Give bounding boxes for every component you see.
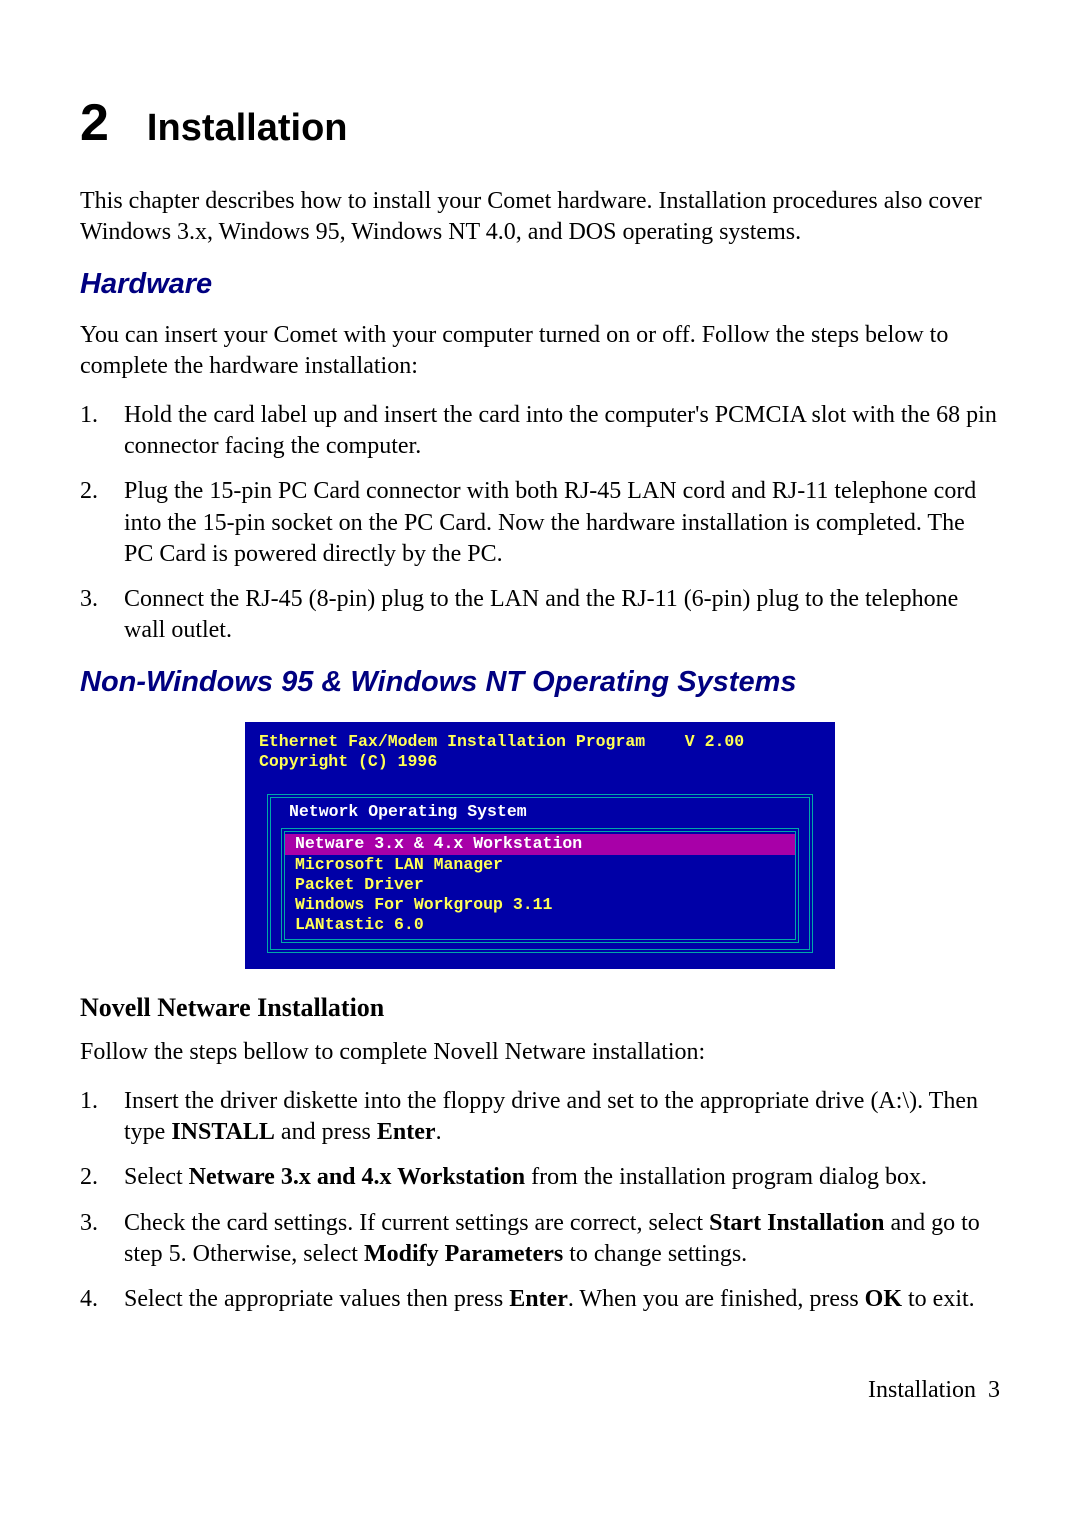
terminal-option[interactable]: Windows For Workgroup 3.11: [285, 895, 795, 915]
terminal-panel: Network Operating System Netware 3.x & 4…: [267, 794, 813, 953]
terminal-screenshot: Ethernet Fax/Modem Installation Program …: [80, 722, 1000, 969]
step-text: Insert the driver diskette into the flop…: [124, 1086, 1000, 1148]
list-item: Insert the driver diskette into the flop…: [80, 1086, 1000, 1148]
chapter-title: Installation: [147, 104, 348, 153]
terminal-option[interactable]: Packet Driver: [285, 875, 795, 895]
list-item: Select the appropriate values then press…: [80, 1284, 1000, 1315]
list-item: Hold the card label up and insert the ca…: [80, 400, 1000, 462]
step-text: Select Netware 3.x and 4.x Workstation f…: [124, 1162, 1000, 1193]
dos-terminal: Ethernet Fax/Modem Installation Program …: [245, 722, 835, 969]
hardware-steps: Hold the card label up and insert the ca…: [80, 400, 1000, 646]
novell-heading: Novell Netware Installation: [80, 991, 1000, 1025]
step-text: Check the card settings. If current sett…: [124, 1208, 1000, 1270]
page-footer: Installation 3: [80, 1375, 1000, 1406]
intro-paragraph: This chapter describes how to install yo…: [80, 186, 1000, 248]
list-item: Plug the 15-pin PC Card connector with b…: [80, 476, 1000, 570]
terminal-option[interactable]: Microsoft LAN Manager: [285, 855, 795, 875]
list-item: Connect the RJ-45 (8-pin) plug to the LA…: [80, 584, 1000, 646]
nonwin-heading: Non-Windows 95 & Windows NT Operating Sy…: [80, 664, 1000, 702]
step-text: Connect the RJ-45 (8-pin) plug to the LA…: [124, 584, 1000, 646]
terminal-option-selected[interactable]: Netware 3.x & 4.x Workstation: [285, 834, 795, 854]
step-text: Hold the card label up and insert the ca…: [124, 400, 1000, 462]
chapter-heading: 2 Installation: [80, 90, 1000, 158]
terminal-title-line2: Copyright (C) 1996: [259, 752, 437, 771]
list-item: Check the card settings. If current sett…: [80, 1208, 1000, 1270]
terminal-title-line1: Ethernet Fax/Modem Installation Program …: [259, 732, 744, 751]
terminal-panel-title: Network Operating System: [271, 798, 809, 828]
list-item: Select Netware 3.x and 4.x Workstation f…: [80, 1162, 1000, 1193]
terminal-option-list: Netware 3.x & 4.x Workstation Microsoft …: [281, 828, 799, 943]
footer-label: Installation: [868, 1377, 976, 1403]
terminal-header: Ethernet Fax/Modem Installation Program …: [245, 722, 835, 780]
hardware-intro: You can insert your Comet with your comp…: [80, 320, 1000, 382]
novell-steps: Insert the driver diskette into the flop…: [80, 1086, 1000, 1315]
page-number: 3: [988, 1377, 1000, 1403]
chapter-number: 2: [80, 90, 109, 158]
novell-intro: Follow the steps bellow to complete Nove…: [80, 1037, 1000, 1068]
step-text: Plug the 15-pin PC Card connector with b…: [124, 476, 1000, 570]
terminal-option[interactable]: LANtastic 6.0: [285, 915, 795, 935]
hardware-heading: Hardware: [80, 266, 1000, 304]
step-text: Select the appropriate values then press…: [124, 1284, 1000, 1315]
